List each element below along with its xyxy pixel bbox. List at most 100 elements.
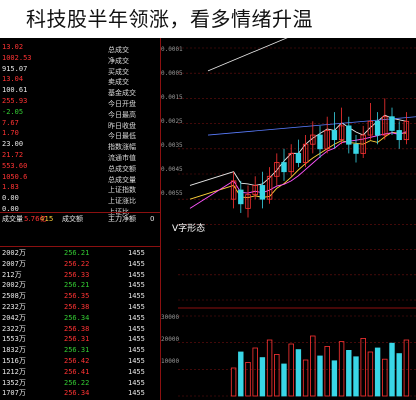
- quote-label: 昨日收盘: [108, 121, 136, 130]
- pattern-annotation: V字形态: [172, 224, 206, 234]
- tick-row[interactable]: 2002万 256.21 1455: [0, 248, 160, 259]
- tick-volume: 2007万: [2, 259, 26, 268]
- candle-body: [259, 185, 266, 200]
- tick-row[interactable]: 1212万 256.41 1455: [0, 367, 160, 378]
- quote-label: 净成交: [108, 56, 129, 65]
- tick-price: 256.22: [64, 378, 90, 387]
- quote-label: 总成交: [108, 46, 129, 54]
- volume-bar: [288, 343, 294, 397]
- tick-row[interactable]: 2007万 256.22 1455: [0, 259, 160, 270]
- tick-time: 1455: [128, 346, 145, 355]
- tick-price: 256.42: [64, 357, 90, 365]
- tick-time: 1455: [128, 389, 145, 398]
- quote-value: 21.72: [2, 151, 24, 159]
- tick-time: 1455: [128, 313, 145, 322]
- tick-row[interactable]: 1352万 256.22 1455: [0, 378, 160, 389]
- volume-bar: [324, 345, 330, 397]
- trading-terminal: 13.02 总成交 1002.53 净成交 915.07 买成交 13.04 卖成交 100.6…: [0, 0, 416, 400]
- tick-price: 256.21: [64, 249, 90, 257]
- volume-axis-label: 20000: [161, 336, 180, 343]
- sub-tab-main-net[interactable]: 主力净额: [108, 213, 136, 225]
- sub-tabs: 成交量 415 成交额 5.76亿 主力净额 0: [0, 213, 160, 225]
- quote-label: 买成交: [108, 67, 129, 76]
- tick-price: 256.21: [64, 281, 90, 290]
- tick-row[interactable]: 1832万 256.31 1455: [0, 345, 160, 356]
- tick-volume: 1516万: [2, 357, 26, 365]
- volume-bar: [374, 347, 381, 397]
- candle-body: [238, 189, 244, 205]
- tick-volume: 1553万: [2, 335, 26, 344]
- trend-line: [207, 0, 379, 72]
- tick-price: 256.22: [64, 259, 90, 268]
- quote-value: 7.67: [2, 118, 19, 127]
- volume-bar: [259, 357, 266, 397]
- quote-label: 流通市值: [108, 154, 136, 162]
- tick-time: 1455: [128, 303, 145, 311]
- quote-label: 今日最低: [108, 132, 136, 141]
- volume-bar: [302, 359, 309, 397]
- quote-label: 上证指数: [108, 186, 136, 195]
- candle-body: [331, 130, 338, 141]
- headline-title: 科技股半年领涨，看多情绪升温: [26, 7, 313, 31]
- tick-time: 1455: [128, 259, 145, 268]
- tick-volume: 1212万: [2, 367, 26, 376]
- volume-bar: [238, 351, 244, 397]
- tick-row[interactable]: 212万 256.33 1455: [0, 270, 160, 281]
- quote-value: 1050.6: [2, 172, 28, 181]
- quote-label: 上证涨比: [108, 197, 136, 206]
- tick-time: 1455: [128, 367, 145, 376]
- tick-row[interactable]: 1707万 256.34 1455: [0, 388, 160, 399]
- tick-row[interactable]: 1553万 256.31 1455: [0, 334, 160, 345]
- tick-volume: 1832万: [2, 346, 26, 355]
- sub-value-main-net: 0: [150, 215, 155, 223]
- tick-volume: 2322万: [2, 324, 26, 333]
- tick-volume: 2232万: [2, 303, 26, 311]
- tick-row[interactable]: 2232万 256.38 1455: [0, 302, 160, 313]
- volume-bar: [360, 337, 366, 397]
- quote-label: 卖成交: [108, 78, 129, 87]
- candle-body: [396, 130, 402, 141]
- quote-value: -2.05: [2, 107, 24, 116]
- volume-bar: [281, 363, 287, 397]
- candle-body: [346, 125, 352, 145]
- tick-time: 1455: [128, 335, 145, 344]
- quote-value: 1002.53: [2, 53, 32, 62]
- quote-label: 总成交量: [108, 175, 136, 184]
- tick-row[interactable]: 2508万 256.35 1455: [0, 291, 160, 302]
- tick-volume: 1352万: [2, 378, 26, 387]
- quote-label: 基金成交: [108, 89, 136, 98]
- quote-value: 1.83: [2, 183, 19, 192]
- quote-value: 13.02: [2, 43, 24, 51]
- panel-divider-top: [0, 212, 160, 213]
- quote-label: 指数涨幅: [108, 143, 136, 152]
- volume-bar: [396, 353, 402, 397]
- volume-bar: [403, 339, 410, 397]
- tick-row[interactable]: 2042万 256.34 1455: [0, 313, 160, 324]
- quote-value: 23.00: [2, 140, 24, 149]
- volume-bar: [317, 355, 323, 397]
- candle-body: [295, 152, 302, 163]
- quote-value: 1.70: [2, 129, 19, 138]
- volume-bar: [367, 351, 374, 397]
- sub-tab-volume[interactable]: 成交量: [2, 213, 23, 225]
- tick-price: 256.33: [64, 270, 90, 279]
- candle-body: [317, 134, 323, 150]
- volume-bar: [346, 349, 352, 397]
- volume-bar: [331, 360, 338, 397]
- tick-row[interactable]: 2322万 256.38 1455: [0, 324, 160, 335]
- candlestick-chart[interactable]: V字形态: [172, 0, 416, 400]
- tick-price: 256.38: [64, 303, 90, 311]
- candle-body: [374, 120, 381, 136]
- tick-list: 2002万 256.21 1455 2007万 256.22 1455 212万 256.33…: [0, 246, 160, 400]
- volume-bar: [230, 367, 237, 397]
- tick-volume: 2002万: [2, 281, 26, 290]
- volume-bar: [338, 341, 345, 397]
- tick-price: 256.34: [64, 389, 90, 398]
- tick-time: 1455: [128, 292, 145, 301]
- sub-tab-amount[interactable]: 成交额: [62, 213, 83, 225]
- sub-value-amount: 5.76亿: [24, 215, 47, 223]
- tick-row[interactable]: 2002万 256.21 1455: [0, 280, 160, 291]
- quote-value: 0.00: [2, 194, 19, 203]
- tick-row[interactable]: 1516万 256.42 1455: [0, 356, 160, 367]
- quote-label: 总成交额: [108, 164, 136, 173]
